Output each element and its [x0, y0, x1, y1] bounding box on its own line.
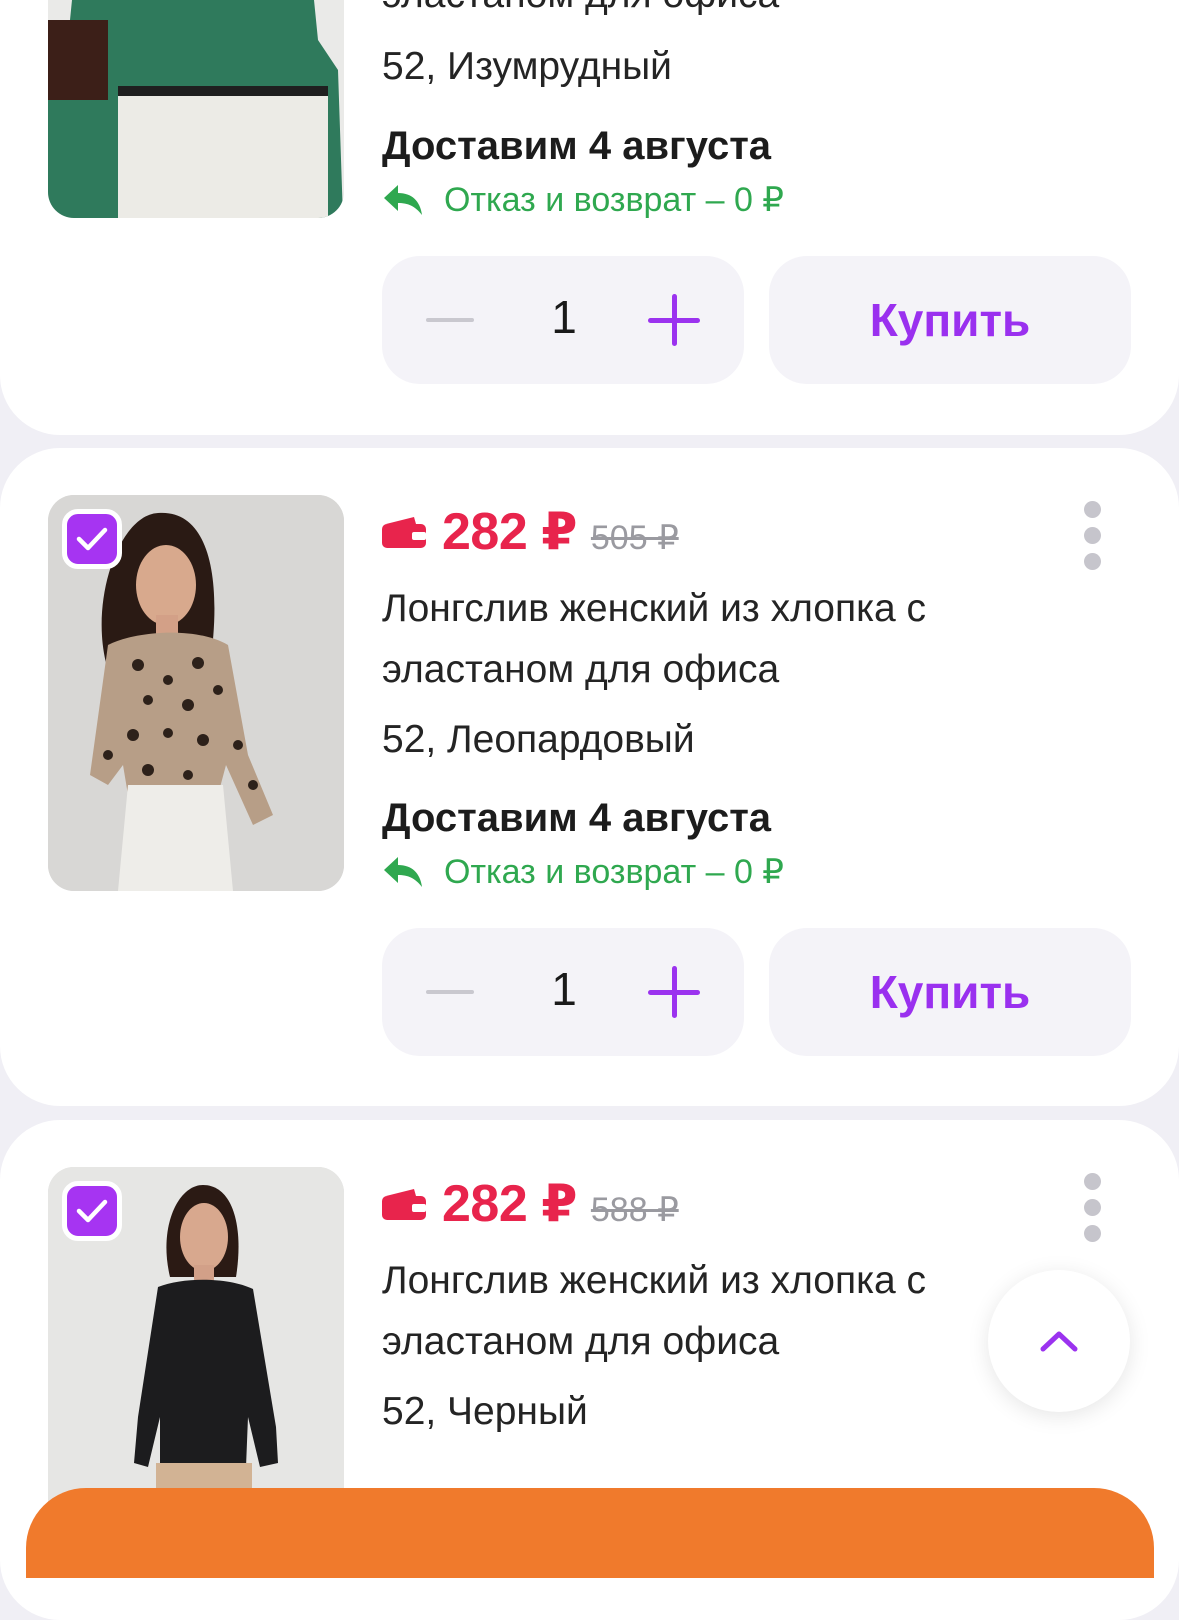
more-vertical-icon[interactable] — [1084, 501, 1106, 570]
quantity-value: 1 — [551, 291, 577, 343]
product-photo[interactable] — [48, 495, 344, 891]
delivery-date: Доставим 4 августа — [382, 124, 772, 168]
select-checkbox[interactable] — [62, 509, 122, 569]
quantity-value: 1 — [551, 963, 577, 1015]
old-price: 505 ₽ — [590, 519, 679, 557]
product-title[interactable]: Лонгслив женский из хлопка с эластаном д… — [382, 1250, 1042, 1372]
price-row: 282 ₽ 505 ₽ — [382, 502, 679, 562]
decrease-button[interactable] — [426, 990, 474, 994]
product-title[interactable]: эластаном для офиса — [382, 0, 1042, 25]
buy-button[interactable]: Купить — [769, 928, 1131, 1056]
product-photo[interactable] — [48, 0, 344, 218]
product-title[interactable]: Лонгслив женский из хлопка с эластаном д… — [382, 578, 1042, 700]
refund-info: Отказ и возврат – 0 ₽ — [382, 180, 784, 220]
delivery-date: Доставим 4 августа — [382, 796, 772, 840]
cart-item-card: 282 ₽ 505 ₽ Лонгслив женский из хлопка с… — [0, 448, 1179, 1106]
price-row: 282 ₽ 588 ₽ — [382, 1174, 679, 1234]
current-price: 282 ₽ — [442, 503, 577, 561]
more-vertical-icon[interactable] — [1084, 1173, 1106, 1242]
refund-label: Отказ и возврат – 0 ₽ — [444, 853, 784, 891]
cart-item-card: эластаном для офиса 52, Изумрудный Доста… — [0, 0, 1179, 435]
select-checkbox[interactable] — [62, 1181, 122, 1241]
refund-label: Отказ и возврат – 0 ₽ — [444, 181, 784, 219]
wallet-icon — [382, 1189, 426, 1220]
checkout-button[interactable] — [26, 1488, 1154, 1578]
reply-arrow-icon — [384, 185, 422, 215]
old-price: 588 ₽ — [590, 1191, 679, 1229]
checkmark-icon — [76, 527, 108, 551]
refund-info: Отказ и возврат – 0 ₽ — [382, 852, 784, 892]
scroll-to-top-button[interactable] — [988, 1270, 1130, 1412]
wallet-icon — [382, 517, 426, 548]
increase-button[interactable] — [648, 294, 700, 346]
checkmark-icon — [76, 1199, 108, 1223]
chevron-up-icon — [1040, 1331, 1078, 1352]
quantity-stepper[interactable]: 1 — [382, 256, 744, 384]
current-price: 282 ₽ — [442, 1175, 577, 1233]
product-variant: 52, Изумрудный — [382, 45, 672, 88]
product-variant: 52, Леопардовый — [382, 718, 695, 761]
buy-button[interactable]: Купить — [769, 256, 1131, 384]
increase-button[interactable] — [648, 966, 700, 1018]
product-variant: 52, Черный — [382, 1390, 588, 1433]
decrease-button[interactable] — [426, 318, 474, 322]
reply-arrow-icon — [384, 857, 422, 887]
quantity-stepper[interactable]: 1 — [382, 928, 744, 1056]
